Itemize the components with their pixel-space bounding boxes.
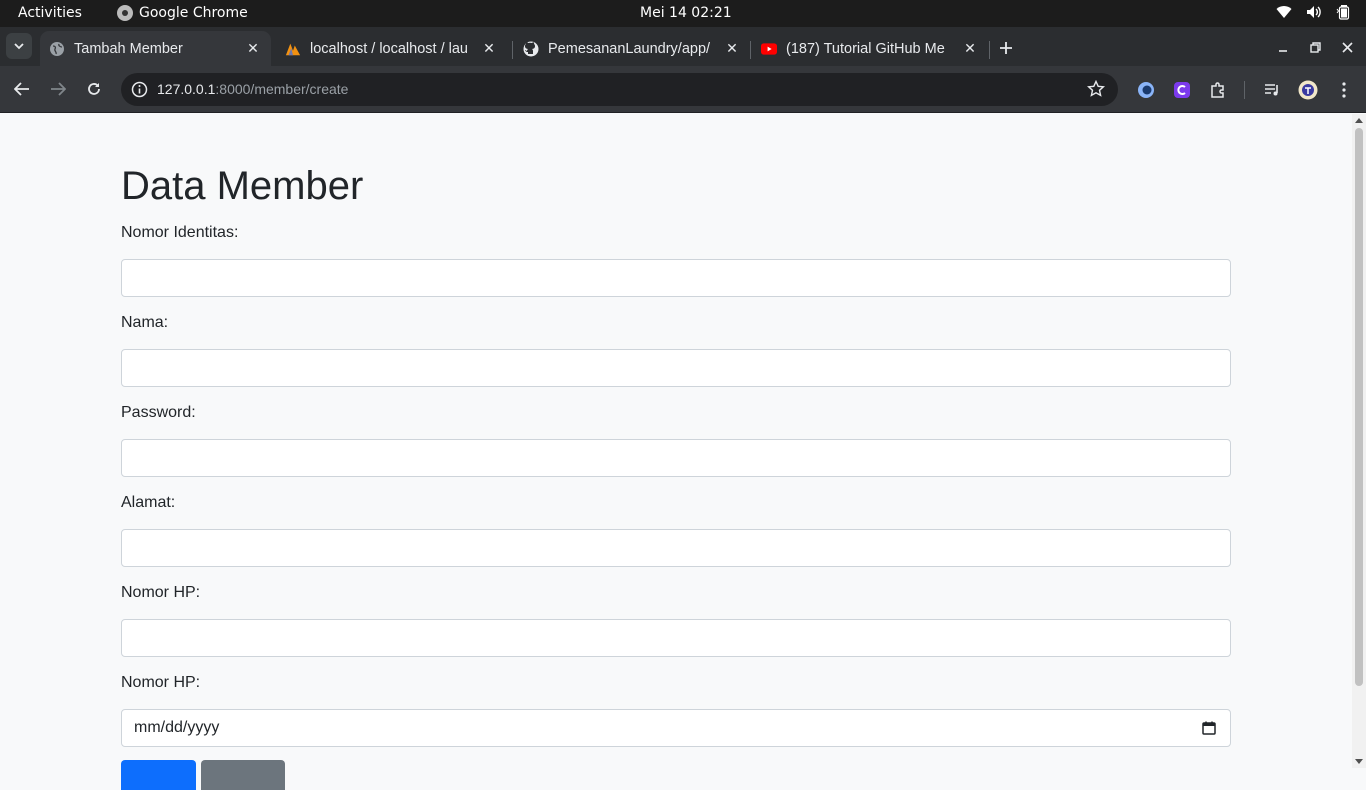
youtube-icon bbox=[761, 41, 777, 57]
volume-icon bbox=[1307, 6, 1321, 18]
arrow-left-icon bbox=[14, 82, 29, 96]
alamat-input[interactable] bbox=[121, 529, 1231, 567]
tab-separator bbox=[989, 41, 990, 59]
url-host: 127.0.0.1 bbox=[157, 81, 216, 97]
close-window-button[interactable] bbox=[1335, 35, 1359, 59]
wifi-icon bbox=[1276, 6, 1292, 19]
kebab-menu-icon bbox=[1342, 82, 1346, 98]
profile-avatar-button[interactable] bbox=[1298, 80, 1318, 100]
activities-button[interactable]: Activities bbox=[18, 5, 82, 21]
scrollbar-thumb[interactable] bbox=[1355, 128, 1363, 686]
extension-circle-icon bbox=[1138, 82, 1154, 98]
close-icon bbox=[1341, 41, 1353, 53]
app-menu[interactable]: Google Chrome bbox=[117, 5, 248, 21]
field-nomor-hp: Nomor HP: bbox=[121, 581, 1231, 657]
tab-title: localhost / localhost / lau bbox=[310, 40, 468, 57]
field-label: Alamat: bbox=[121, 494, 176, 511]
tab-separator bbox=[750, 41, 751, 59]
restore-button[interactable] bbox=[1303, 35, 1327, 59]
tab-strip: Tambah Member ✕ localhost / localhost / … bbox=[0, 27, 1366, 66]
minimize-icon bbox=[1279, 50, 1287, 52]
app-name: Google Chrome bbox=[139, 5, 248, 21]
tab-youtube[interactable]: (187) Tutorial GitHub Me ✕ bbox=[752, 31, 988, 66]
tab-github[interactable]: PemesananLaundry/app/ ✕ bbox=[514, 31, 750, 66]
minimize-button[interactable] bbox=[1271, 35, 1295, 59]
close-tab-icon[interactable]: ✕ bbox=[243, 39, 263, 59]
site-info-icon[interactable] bbox=[131, 81, 148, 98]
field-label: Nomor HP: bbox=[121, 674, 201, 691]
close-tab-icon[interactable]: ✕ bbox=[722, 39, 742, 59]
extension-1-button[interactable] bbox=[1136, 80, 1156, 100]
toolbar-separator bbox=[1244, 81, 1245, 99]
field-label: Nomor Identitas: bbox=[121, 224, 239, 241]
url-path: :8000/member/create bbox=[215, 81, 349, 97]
nomor-identitas-input[interactable] bbox=[121, 259, 1231, 297]
chrome-icon bbox=[117, 5, 133, 21]
tab-phpmyadmin[interactable]: localhost / localhost / lau ✕ bbox=[276, 31, 507, 66]
plus-icon bbox=[1000, 42, 1012, 54]
page-scrollbar[interactable] bbox=[1352, 114, 1366, 768]
queue-music-icon bbox=[1265, 84, 1278, 96]
cancel-button[interactable] bbox=[201, 760, 285, 790]
page-content: Data Member Nomor Identitas: Nama: Passw… bbox=[0, 114, 1352, 790]
tab-title: Tambah Member bbox=[74, 40, 183, 57]
date-placeholder: mm/dd/yyyy bbox=[134, 719, 220, 736]
restore-icon bbox=[1309, 41, 1321, 53]
field-nama: Nama: bbox=[121, 311, 1231, 387]
submit-button[interactable] bbox=[121, 760, 196, 790]
back-button[interactable] bbox=[10, 77, 34, 101]
github-icon bbox=[523, 41, 539, 57]
clock[interactable]: Mei 14 02:21 bbox=[640, 5, 732, 21]
chevron-down-icon bbox=[14, 42, 24, 49]
tab-title: PemesananLaundry/app/ bbox=[548, 40, 711, 57]
avatar-icon bbox=[1298, 80, 1318, 100]
forward-button[interactable] bbox=[46, 77, 70, 101]
media-control-button[interactable] bbox=[1262, 80, 1282, 100]
battery-icon bbox=[1336, 5, 1350, 20]
field-alamat: Alamat: bbox=[121, 491, 1231, 567]
calendar-icon[interactable] bbox=[1202, 721, 1216, 735]
reload-icon bbox=[88, 83, 100, 95]
field-date: Nomor HP: mm/dd/yyyy bbox=[121, 671, 1231, 747]
arrow-right-icon bbox=[51, 82, 66, 96]
nama-input[interactable] bbox=[121, 349, 1231, 387]
new-tab-button[interactable] bbox=[994, 36, 1018, 60]
field-password: Password: bbox=[121, 401, 1231, 477]
scroll-down-arrow-icon[interactable] bbox=[1355, 759, 1363, 764]
system-top-bar: Activities Google Chrome Mei 14 02:21 bbox=[0, 0, 1366, 27]
extension-2-button[interactable] bbox=[1172, 80, 1192, 100]
url-text: 127.0.0.1:8000/member/create bbox=[157, 81, 348, 97]
browser-toolbar: 127.0.0.1:8000/member/create bbox=[0, 66, 1366, 113]
scroll-up-arrow-icon[interactable] bbox=[1355, 118, 1363, 123]
field-label: Nomor HP: bbox=[121, 584, 201, 601]
bookmark-star-icon[interactable] bbox=[1087, 80, 1105, 98]
field-label: Password: bbox=[121, 404, 196, 421]
tab-title: (187) Tutorial GitHub Me bbox=[786, 40, 945, 57]
globe-icon bbox=[49, 41, 65, 57]
close-tab-icon[interactable]: ✕ bbox=[479, 39, 499, 59]
tab-tambah-member[interactable]: Tambah Member ✕ bbox=[40, 31, 271, 66]
password-input[interactable] bbox=[121, 439, 1231, 477]
tab-separator bbox=[512, 41, 513, 59]
puzzle-icon bbox=[1211, 82, 1224, 98]
nomor-hp-input[interactable] bbox=[121, 619, 1231, 657]
extension-c-icon bbox=[1174, 82, 1190, 98]
chrome-menu-button[interactable] bbox=[1334, 80, 1354, 100]
system-tray[interactable] bbox=[1276, 4, 1352, 20]
close-tab-icon[interactable]: ✕ bbox=[960, 39, 980, 59]
reload-button[interactable] bbox=[82, 77, 106, 101]
field-nomor-identitas: Nomor Identitas: bbox=[121, 221, 1231, 297]
date-input[interactable]: mm/dd/yyyy bbox=[121, 709, 1231, 747]
tab-search-button[interactable] bbox=[6, 33, 32, 59]
extensions-button[interactable] bbox=[1208, 80, 1228, 100]
page-title: Data Member bbox=[121, 164, 364, 208]
address-bar[interactable]: 127.0.0.1:8000/member/create bbox=[121, 73, 1118, 106]
phpmyadmin-icon bbox=[285, 41, 301, 57]
field-label: Nama: bbox=[121, 314, 169, 331]
